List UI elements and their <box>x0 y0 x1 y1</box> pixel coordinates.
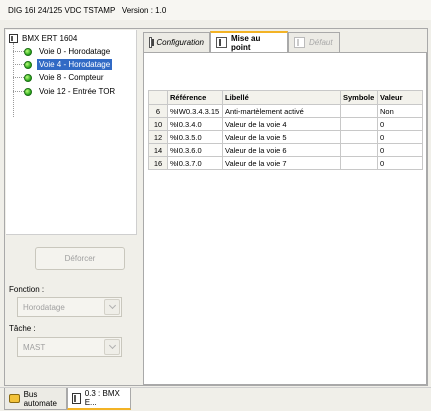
bus-icon <box>9 394 20 403</box>
row-number: 6 <box>148 104 168 118</box>
tree-item-voie-0[interactable]: Voie 0 - Horodatage <box>13 46 112 57</box>
debug-panel: Référence Libellé Symbole Valeur 6 %IW0.… <box>143 52 427 385</box>
module-icon <box>149 37 155 48</box>
value-cell[interactable]: 0 <box>377 117 423 131</box>
tree-item-voie-12[interactable]: Voie 12 - Entrée TOR <box>13 86 117 97</box>
tab-module-0-3[interactable]: 0.3 : BMX E... <box>67 388 131 410</box>
row-number: 14 <box>148 143 168 157</box>
tree-connector <box>13 64 24 65</box>
table-row[interactable]: 14 %I0.3.6.0 Valeur de la voie 6 0 <box>148 143 423 157</box>
tab-mise-au-point[interactable]: Mise au point <box>210 31 288 52</box>
value-cell[interactable]: 0 <box>377 130 423 144</box>
value-cell[interactable]: 0 <box>377 156 423 170</box>
reference-cell: %I0.3.5.0 <box>167 130 223 144</box>
table-row[interactable]: 10 %I0.3.4.0 Valeur de la voie 4 0 <box>148 117 423 131</box>
reference-cell: %I0.3.6.0 <box>167 143 223 157</box>
tree-item-label: Voie 4 - Horodatage <box>37 59 113 70</box>
column-header: Référence <box>167 90 223 105</box>
tache-select[interactable]: MAST <box>17 337 122 357</box>
bottom-tab-label: 0.3 : BMX E... <box>84 389 120 407</box>
tree-root-module[interactable]: BMX ERT 1604 <box>9 32 77 44</box>
reference-cell: %I0.3.4.0 <box>167 117 223 131</box>
symbol-cell[interactable] <box>340 143 378 157</box>
tree-connector <box>13 51 24 52</box>
module-icon <box>9 33 18 43</box>
reference-cell: %I0.3.7.0 <box>167 156 223 170</box>
tache-dropdown-button[interactable] <box>104 339 120 355</box>
io-table: Référence Libellé Symbole Valeur 6 %IW0.… <box>148 90 423 170</box>
tab-label: Défaut <box>309 38 333 47</box>
label-cell: Valeur de la voie 4 <box>222 117 341 131</box>
tab-bus-automate[interactable]: Bus automate <box>4 388 67 410</box>
editor-frame: BMX ERT 1604 Voie 0 - Horodatage Voie 4 … <box>4 28 428 386</box>
tab-label: Configuration <box>156 38 204 47</box>
column-header: Valeur <box>377 90 423 105</box>
deforcer-button[interactable]: Déforcer <box>35 247 125 270</box>
tree-connector <box>13 91 24 92</box>
tree-item-voie-4[interactable]: Voie 4 - Horodatage <box>13 59 113 70</box>
symbol-cell[interactable] <box>340 104 378 118</box>
value-cell[interactable]: Non <box>377 104 423 118</box>
column-header: Symbole <box>340 90 378 105</box>
fonction-dropdown-button[interactable] <box>104 299 120 315</box>
row-number: 10 <box>148 117 168 131</box>
table-row[interactable]: 6 %IW0.3.4.3.15 Anti-martèlement activé … <box>148 104 423 118</box>
tache-label: Tâche : <box>9 324 36 333</box>
tree-connector <box>13 77 24 78</box>
row-number: 12 <box>148 130 168 144</box>
symbol-cell[interactable] <box>340 117 378 131</box>
tree-root-label: BMX ERT 1604 <box>22 33 78 43</box>
symbol-cell[interactable] <box>340 130 378 144</box>
module-icon <box>216 37 227 48</box>
module-icon <box>294 37 305 48</box>
fonction-select[interactable]: Horodatage <box>17 297 122 317</box>
tree-item-label: Voie 12 - Entrée TOR <box>39 87 116 96</box>
tab-configuration[interactable]: Configuration <box>143 32 210 52</box>
column-header: Libellé <box>222 90 341 105</box>
label-cell: Valeur de la voie 5 <box>222 130 341 144</box>
tab-label: Mise au point <box>230 33 261 52</box>
value-cell[interactable]: 0 <box>377 143 423 157</box>
fonction-value: Horodatage <box>23 303 65 312</box>
tree-item-label: Voie 8 - Compteur <box>39 73 104 82</box>
green-led-icon <box>24 60 32 69</box>
fonction-label: Fonction : <box>9 285 45 294</box>
label-cell: Anti-martèlement activé <box>222 104 341 118</box>
table-row[interactable]: 12 %I0.3.5.0 Valeur de la voie 5 0 <box>148 130 423 144</box>
symbol-cell[interactable] <box>340 156 378 170</box>
bottom-tab-bar: Bus automate 0.3 : BMX E... <box>0 387 431 411</box>
green-led-icon <box>24 47 32 56</box>
module-icon <box>72 392 81 404</box>
tree-item-voie-8[interactable]: Voie 8 - Compteur <box>13 72 105 83</box>
bottom-tab-label: Bus automate <box>23 389 57 408</box>
tree-item-label: Voie 0 - Horodatage <box>39 47 111 56</box>
channel-tree: BMX ERT 1604 Voie 0 - Horodatage Voie 4 … <box>6 30 137 235</box>
label-cell: Valeur de la voie 7 <box>222 156 341 170</box>
row-number: 16 <box>148 156 168 170</box>
reference-cell: %IW0.3.4.3.15 <box>167 104 223 118</box>
window-title: DIG 16I 24/125 VDC TSTAMP Version : 1.0 <box>0 0 431 20</box>
chevron-down-icon <box>108 341 116 350</box>
green-led-icon <box>24 87 32 96</box>
tache-value: MAST <box>23 343 46 352</box>
column-header <box>148 90 168 105</box>
chevron-down-icon <box>108 301 116 310</box>
table-header-row: Référence Libellé Symbole Valeur <box>148 90 423 105</box>
table-row[interactable]: 16 %I0.3.7.0 Valeur de la voie 7 0 <box>148 156 423 170</box>
green-led-icon <box>24 73 32 82</box>
tab-defaut: Défaut <box>288 32 340 52</box>
label-cell: Valeur de la voie 6 <box>222 143 341 157</box>
